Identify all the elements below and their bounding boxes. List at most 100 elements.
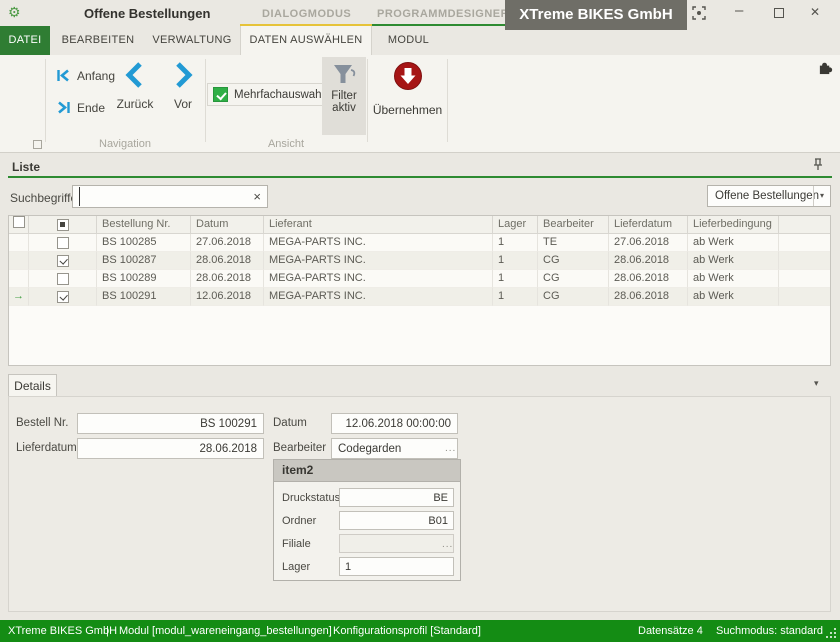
bestell-nr-field[interactable] <box>77 413 264 434</box>
nav-first-button[interactable]: Anfang <box>56 68 115 83</box>
cell-datum[interactable]: 27.06.2018 <box>191 234 264 252</box>
item2-groupbox: item2 Druckstatus Ordner Filiale ... Lag… <box>273 459 461 581</box>
cell-bestellung-nr[interactable]: BS 100285 <box>97 234 191 252</box>
column-header[interactable]: Lieferant <box>264 216 493 234</box>
header-checkbox-cell[interactable] <box>29 216 97 234</box>
column-header[interactable]: Lager <box>493 216 538 234</box>
cell-lieferdatum[interactable]: 28.06.2018 <box>609 288 688 306</box>
ordner-field[interactable] <box>339 511 454 530</box>
view-dropdown[interactable]: Offene Bestellungen ▾ <box>707 185 831 207</box>
row-checkbox-cell[interactable] <box>29 270 97 288</box>
back-icon <box>122 61 148 89</box>
chevron-down-icon[interactable]: ▾ <box>813 186 830 206</box>
table-row[interactable]: BS 100289 28.06.2018 MEGA-PARTS INC. 1 C… <box>9 270 830 288</box>
maximize-icon[interactable] <box>774 8 784 18</box>
column-header[interactable]: Bestellung Nr. <box>97 216 191 234</box>
tab-daten-auswaehlen[interactable]: DATEN AUSWÄHLEN <box>240 26 372 55</box>
clear-search-icon[interactable]: × <box>253 189 261 204</box>
gear-icon[interactable]: ⚙ <box>8 4 21 21</box>
cell-lieferdatum[interactable]: 28.06.2018 <box>609 270 688 288</box>
table-row[interactable]: BS 100285 27.06.2018 MEGA-PARTS INC. 1 T… <box>9 234 830 252</box>
cell-lieferbedingung[interactable]: ab Werk <box>688 234 779 252</box>
select-all-checkbox[interactable] <box>13 216 25 228</box>
column-header[interactable]: Lieferdatum <box>609 216 688 234</box>
pin-icon[interactable] <box>812 158 824 175</box>
nav-back-button[interactable]: Zurück <box>112 61 158 111</box>
lager-field[interactable] <box>339 557 454 576</box>
cell-lieferant[interactable]: MEGA-PARTS INC. <box>264 288 493 306</box>
row-checkbox[interactable] <box>57 273 69 285</box>
column-header[interactable]: Bearbeiter <box>538 216 609 234</box>
uebernehmen-label: Übernehmen <box>373 103 442 117</box>
collapse-panel-icon[interactable]: ▾ <box>814 378 819 389</box>
cell-lieferant[interactable]: MEGA-PARTS INC. <box>264 252 493 270</box>
row-checkbox-cell[interactable] <box>29 288 97 306</box>
tab-datei[interactable]: DATEI <box>0 26 50 55</box>
cell-bestellung-nr[interactable]: BS 100291 <box>97 288 191 306</box>
tab-details[interactable]: Details <box>8 374 57 397</box>
mehrfachauswahl-checkbox[interactable]: Mehrfachauswahl <box>207 83 330 106</box>
cell-filler <box>779 252 830 270</box>
dialog-launcher-icon[interactable] <box>33 140 42 149</box>
bearbeiter-ellipsis-button[interactable]: ... <box>445 443 456 454</box>
item2-title: item2 <box>274 460 460 482</box>
filter-aktiv-button[interactable]: Filter aktiv <box>322 57 366 135</box>
cell-lieferdatum[interactable]: 27.06.2018 <box>609 234 688 252</box>
search-input[interactable] <box>79 187 247 206</box>
puzzle-icon[interactable] <box>818 60 833 78</box>
filiale-field[interactable] <box>339 534 454 553</box>
cell-datum[interactable]: 28.06.2018 <box>191 270 264 288</box>
table-row[interactable]: BS 100287 28.06.2018 MEGA-PARTS INC. 1 C… <box>9 252 830 270</box>
cell-datum[interactable]: 28.06.2018 <box>191 252 264 270</box>
header-indicator-cell[interactable] <box>9 216 29 234</box>
row-checkbox[interactable] <box>57 291 69 303</box>
filter-label-line1: Filter <box>322 90 366 102</box>
row-checkbox-cell[interactable] <box>29 252 97 270</box>
cell-bestellung-nr[interactable]: BS 100287 <box>97 252 191 270</box>
cell-lager[interactable]: 1 <box>493 288 538 306</box>
details-panel: Bestell Nr. Datum Lieferdatum Bearbeiter… <box>8 396 831 612</box>
programmdesigner-label[interactable]: PROGRAMMDESIGNER <box>377 8 509 20</box>
tab-modul[interactable]: MODUL <box>372 26 445 55</box>
cell-lieferbedingung[interactable]: ab Werk <box>688 288 779 306</box>
tab-verwaltung[interactable]: VERWALTUNG <box>145 26 239 55</box>
cell-bestellung-nr[interactable]: BS 100289 <box>97 270 191 288</box>
search-box: × <box>72 185 268 208</box>
cell-bearbeiter[interactable]: CG <box>538 270 609 288</box>
minimize-icon[interactable]: – <box>735 2 743 26</box>
row-checkbox[interactable] <box>57 255 69 267</box>
nav-last-button[interactable]: Ende <box>56 100 105 115</box>
cell-lager[interactable]: 1 <box>493 270 538 288</box>
row-checkbox-cell[interactable] <box>29 234 97 252</box>
cell-bearbeiter[interactable]: CG <box>538 252 609 270</box>
uebernehmen-button[interactable]: Übernehmen <box>369 57 446 117</box>
cell-lieferant[interactable]: MEGA-PARTS INC. <box>264 270 493 288</box>
column-header[interactable]: Lieferbedingung <box>688 216 779 234</box>
cell-lieferant[interactable]: MEGA-PARTS INC. <box>264 234 493 252</box>
column-header[interactable]: Datum <box>191 216 264 234</box>
druckstatus-field[interactable] <box>339 488 454 507</box>
table-row-current[interactable]: → BS 100291 12.06.2018 MEGA-PARTS INC. 1… <box>9 288 830 306</box>
cell-lieferdatum[interactable]: 28.06.2018 <box>609 252 688 270</box>
cell-lager[interactable]: 1 <box>493 234 538 252</box>
lieferdatum-field[interactable] <box>77 438 264 459</box>
tab-bearbeiten[interactable]: BEARBEITEN <box>55 26 141 55</box>
datum-field[interactable] <box>331 413 458 434</box>
status-company: XTreme BIKES GmbH <box>8 625 117 637</box>
cell-bearbeiter[interactable]: TE <box>538 234 609 252</box>
cell-datum[interactable]: 12.06.2018 <box>191 288 264 306</box>
indeterminate-checkbox-icon[interactable] <box>57 219 69 231</box>
bearbeiter-field[interactable] <box>331 438 458 459</box>
cell-lager[interactable]: 1 <box>493 252 538 270</box>
nav-forward-button[interactable]: Vor <box>160 61 206 111</box>
resize-grip[interactable] <box>826 628 828 630</box>
cell-lieferbedingung[interactable]: ab Werk <box>688 270 779 288</box>
filiale-ellipsis-button[interactable]: ... <box>442 539 453 550</box>
row-checkbox[interactable] <box>57 237 69 249</box>
cell-bearbeiter[interactable]: CG <box>538 288 609 306</box>
filiale-label: Filiale <box>282 538 311 550</box>
liste-accent-rule <box>8 176 832 178</box>
cell-lieferbedingung[interactable]: ab Werk <box>688 252 779 270</box>
status-separator: | <box>106 625 109 637</box>
dialogmodus-label[interactable]: DIALOGMODUS <box>262 8 351 20</box>
